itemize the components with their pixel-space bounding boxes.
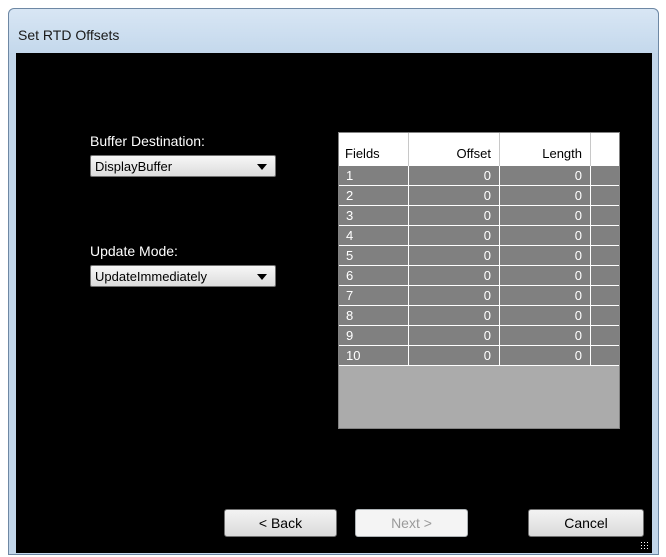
offset-cell[interactable]: 0 — [409, 346, 500, 365]
field-cell[interactable]: 7 — [339, 286, 409, 305]
field-cell[interactable]: 2 — [339, 186, 409, 205]
row-filler — [591, 286, 619, 305]
length-cell[interactable]: 0 — [500, 186, 591, 205]
row-filler — [591, 166, 619, 185]
grid-header: Fields Offset Length — [339, 133, 619, 166]
column-header-fields[interactable]: Fields — [339, 133, 409, 166]
update-mode-value: UpdateImmediately — [95, 269, 207, 284]
row-filler — [591, 206, 619, 225]
column-header-length[interactable]: Length — [500, 133, 591, 166]
offset-cell[interactable]: 0 — [409, 206, 500, 225]
length-cell[interactable]: 0 — [500, 246, 591, 265]
length-cell[interactable]: 0 — [500, 166, 591, 185]
length-cell[interactable]: 0 — [500, 286, 591, 305]
field-cell[interactable]: 3 — [339, 206, 409, 225]
table-row[interactable]: 9 0 0 — [339, 326, 619, 346]
column-header-offset[interactable]: Offset — [409, 133, 500, 166]
chevron-down-icon — [257, 164, 267, 170]
table-row[interactable]: 6 0 0 — [339, 266, 619, 286]
offset-cell[interactable]: 0 — [409, 166, 500, 185]
field-cell[interactable]: 6 — [339, 266, 409, 285]
offset-cell[interactable]: 0 — [409, 326, 500, 345]
buffer-destination-value: DisplayBuffer — [95, 159, 173, 174]
row-filler — [591, 246, 619, 265]
field-cell[interactable]: 1 — [339, 166, 409, 185]
row-filler — [591, 266, 619, 285]
grid-body: 1 0 0 2 0 0 3 0 0 4 0 0 5 0 0 6 0 0 7 0 … — [339, 166, 619, 366]
buffer-destination-dropdown[interactable]: DisplayBuffer — [90, 155, 276, 177]
length-cell[interactable]: 0 — [500, 226, 591, 245]
field-cell[interactable]: 8 — [339, 306, 409, 325]
length-cell[interactable]: 0 — [500, 326, 591, 345]
offset-cell[interactable]: 0 — [409, 306, 500, 325]
row-filler — [591, 186, 619, 205]
window-title: Set RTD Offsets — [18, 27, 120, 43]
row-filler — [591, 346, 619, 365]
next-button[interactable]: Next > — [355, 509, 468, 537]
offset-cell[interactable]: 0 — [409, 286, 500, 305]
update-mode-dropdown[interactable]: UpdateImmediately — [90, 265, 276, 287]
length-cell[interactable]: 0 — [500, 346, 591, 365]
offsets-grid[interactable]: Fields Offset Length 1 0 0 2 0 0 3 0 0 4… — [338, 132, 620, 429]
cancel-button[interactable]: Cancel — [528, 509, 644, 537]
field-cell[interactable]: 5 — [339, 246, 409, 265]
offset-cell[interactable]: 0 — [409, 226, 500, 245]
buffer-destination-label: Buffer Destination: — [90, 133, 205, 149]
table-row[interactable]: 4 0 0 — [339, 226, 619, 246]
length-cell[interactable]: 0 — [500, 306, 591, 325]
title-bar[interactable]: Set RTD Offsets — [9, 9, 658, 53]
column-header-filler — [591, 133, 619, 166]
row-filler — [591, 226, 619, 245]
offset-cell[interactable]: 0 — [409, 186, 500, 205]
length-cell[interactable]: 0 — [500, 206, 591, 225]
table-row[interactable]: 2 0 0 — [339, 186, 619, 206]
resize-grip-icon[interactable] — [640, 541, 649, 550]
row-filler — [591, 306, 619, 325]
table-row[interactable]: 10 0 0 — [339, 346, 619, 366]
chevron-down-icon — [257, 274, 267, 280]
back-button[interactable]: < Back — [224, 509, 337, 537]
update-mode-label: Update Mode: — [90, 243, 178, 259]
table-row[interactable]: 1 0 0 — [339, 166, 619, 186]
table-row[interactable]: 3 0 0 — [339, 206, 619, 226]
table-row[interactable]: 7 0 0 — [339, 286, 619, 306]
dialog-content: Buffer Destination: DisplayBuffer Update… — [16, 53, 652, 553]
field-cell[interactable]: 9 — [339, 326, 409, 345]
offset-cell[interactable]: 0 — [409, 246, 500, 265]
table-row[interactable]: 8 0 0 — [339, 306, 619, 326]
row-filler — [591, 326, 619, 345]
table-row[interactable]: 5 0 0 — [339, 246, 619, 266]
length-cell[interactable]: 0 — [500, 266, 591, 285]
field-cell[interactable]: 10 — [339, 346, 409, 365]
field-cell[interactable]: 4 — [339, 226, 409, 245]
dialog-window: Set RTD Offsets Buffer Destination: Disp… — [8, 8, 659, 555]
offset-cell[interactable]: 0 — [409, 266, 500, 285]
